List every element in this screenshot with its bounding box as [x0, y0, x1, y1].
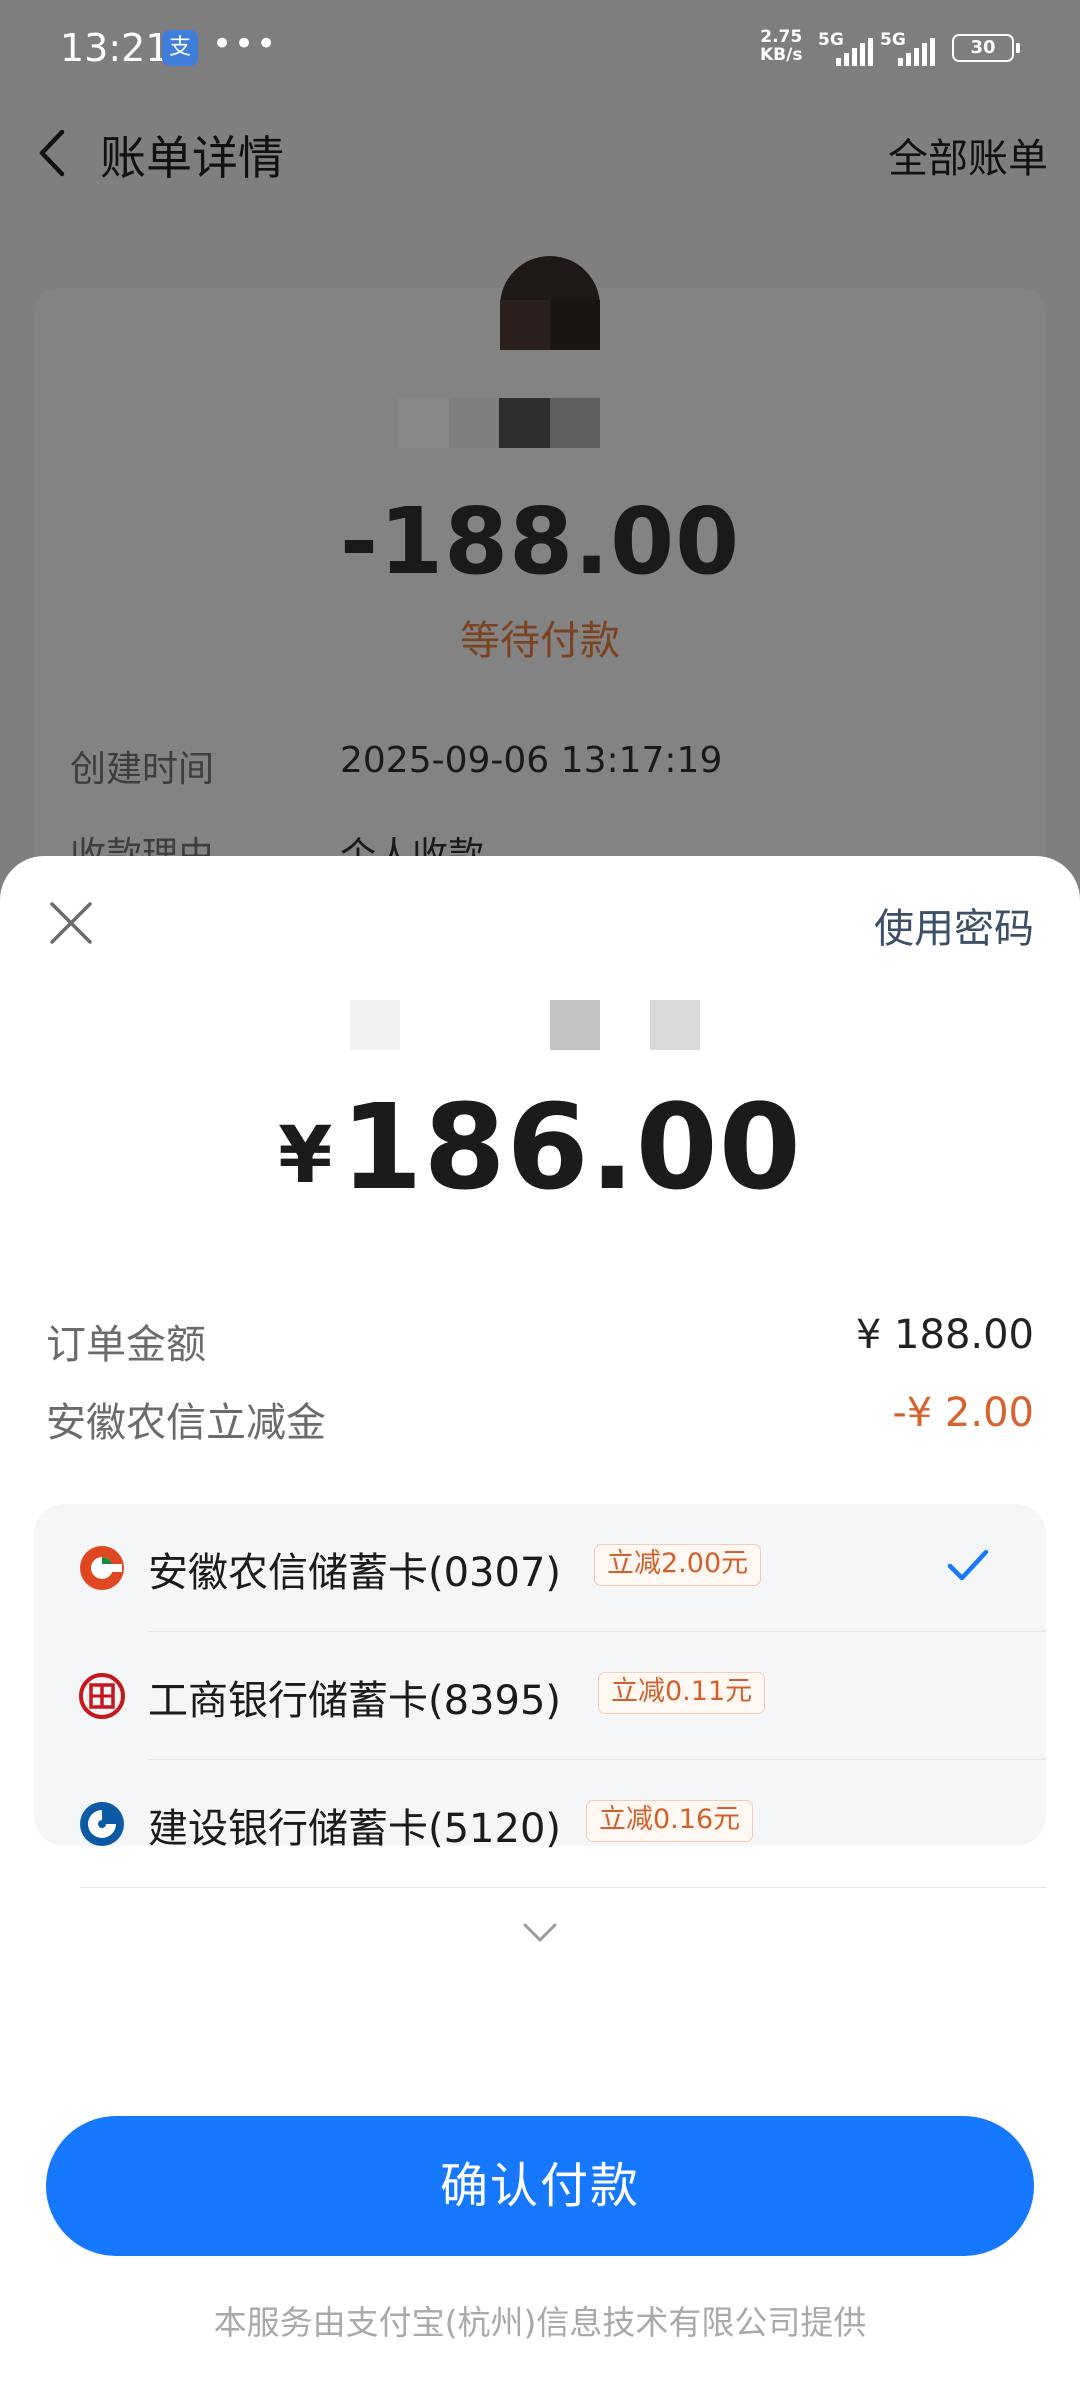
status-time: 13:21 [60, 26, 170, 70]
payment-card-option[interactable]: 建设银行储蓄卡(5120) 立减0.16元 [34, 1760, 1046, 1888]
chevron-down-icon[interactable] [522, 1920, 558, 1946]
bill-amount: -188.00 [339, 488, 741, 595]
service-provider-note: 本服务由支付宝(杭州)信息技术有限公司提供 [213, 2303, 867, 2342]
top-nav-bar: 账单详情 全部账单 [0, 90, 1080, 210]
confirm-payment-button[interactable]: 确认付款 [46, 2116, 1034, 2256]
page-title: 账单详情 [100, 131, 284, 185]
ahnx-bank-icon [80, 1546, 124, 1590]
created-time-value: 2025-09-06 13:17:19 [340, 740, 723, 781]
status-bar: 13:21 支 ••• 2.75 KB/s 5G 5G 30 [0, 0, 1080, 90]
payment-card-option[interactable]: 工商银行储蓄卡(8395) 立减0.11元 [34, 1632, 1046, 1760]
checkmark-icon [947, 1549, 989, 1581]
more-notifications-icon: ••• [212, 24, 279, 64]
currency-symbol: ¥ [278, 1111, 333, 1201]
battery-icon: 30 [952, 34, 1020, 62]
network-speed-value: 2.75 [760, 27, 803, 47]
alipay-app-icon: 支 [162, 30, 198, 66]
card-name: 安徽农信储蓄卡(0307) [148, 1550, 562, 1596]
card-name: 工商银行储蓄卡(8395) [148, 1678, 562, 1724]
use-password-link[interactable]: 使用密码 [874, 896, 1034, 954]
payee-name-mosaic [350, 1000, 702, 1050]
avatar-mosaic [500, 300, 600, 350]
battery-level: 30 [970, 37, 996, 58]
signal-strength-icon: 5G [818, 30, 880, 66]
divider [80, 1886, 1046, 1888]
payment-sheet: 使用密码 ¥186.00 订单金额 ¥ 188.00 安徽农信立减金 -¥ 2.… [0, 856, 1080, 2400]
bill-detail-card [34, 288, 1046, 908]
back-arrow-icon[interactable] [34, 128, 70, 178]
payee-name-mosaic [398, 398, 600, 448]
promo-badge: 立减2.00元 [594, 1544, 762, 1586]
discount-label: 安徽农信立减金 [46, 1400, 326, 1446]
ccb-bank-icon [80, 1802, 124, 1846]
payment-card-option[interactable]: 安徽农信储蓄卡(0307) 立减2.00元 [34, 1504, 1046, 1632]
all-bills-link[interactable]: 全部账单 [888, 126, 1048, 184]
promo-badge: 立减0.16元 [586, 1800, 754, 1842]
bill-status: 等待付款 [460, 618, 620, 664]
discount-value: -¥ 2.00 [892, 1390, 1034, 1436]
close-icon[interactable] [48, 900, 94, 946]
icbc-bank-icon [79, 1673, 125, 1719]
created-time-label: 创建时间 [70, 749, 215, 790]
order-amount-value: ¥ 188.00 [855, 1312, 1034, 1358]
promo-badge: 立减0.11元 [598, 1672, 766, 1714]
order-amount-label: 订单金额 [46, 1322, 206, 1368]
payment-amount-value: 186.00 [340, 1078, 802, 1216]
network-speed: 2.75 KB/s [760, 28, 802, 64]
payment-amount: ¥186.00 [0, 1078, 1080, 1216]
network-speed-unit: KB/s [760, 45, 803, 65]
signal-strength-icon: 5G [880, 30, 942, 66]
card-name: 建设银行储蓄卡(5120) [148, 1806, 562, 1852]
